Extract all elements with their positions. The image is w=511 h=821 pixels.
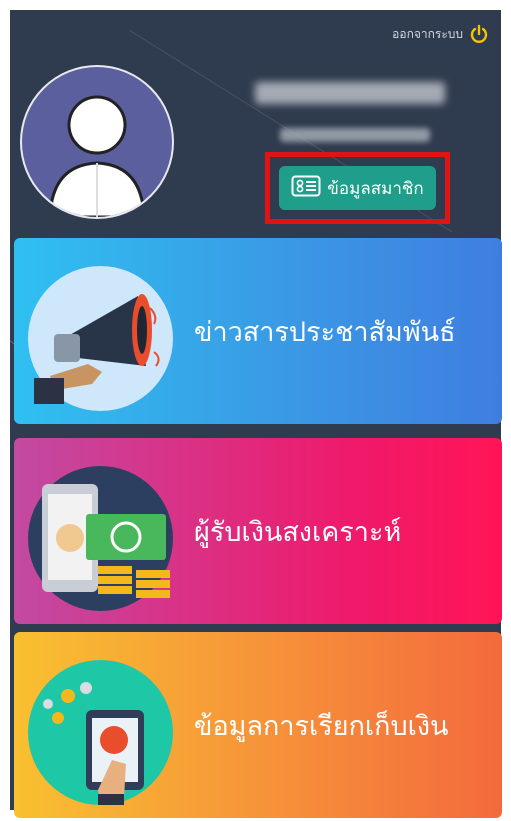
billing-info-label: ข้อมูลการเรียกเก็บเงิน (194, 710, 449, 742)
news-card[interactable]: ข่าวสารประชาสัมพันธ์ (14, 238, 502, 424)
news-label: ข่าวสารประชาสัมพันธ์ (194, 316, 456, 348)
avatar (20, 65, 174, 219)
welfare-recipient-label: ผู้รับเงินสงเคราะห์ (194, 516, 402, 548)
billing-info-card[interactable]: ข้อมูลการเรียกเก็บเงิน (14, 632, 502, 818)
logout-label: ออกจากระบบ (392, 26, 463, 41)
power-icon (469, 24, 489, 44)
id-card-icon (291, 175, 321, 202)
user-silhouette-icon (48, 95, 146, 217)
member-name-redacted (255, 82, 445, 104)
member-info-button[interactable]: ข้อมูลสมาชิก (279, 166, 436, 210)
member-info-label: ข้อมูลสมาชิก (327, 178, 424, 199)
welfare-recipient-card[interactable]: ผู้รับเงินสงเคราะห์ (14, 438, 502, 624)
member-info-highlight: ข้อมูลสมาชิก (265, 152, 450, 224)
member-id-redacted (280, 128, 430, 142)
megaphone-icon (28, 266, 173, 411)
logout-button[interactable]: ออกจากระบบ (392, 24, 489, 44)
pay-tablet-icon (28, 660, 173, 805)
money-phone-icon (28, 466, 173, 611)
